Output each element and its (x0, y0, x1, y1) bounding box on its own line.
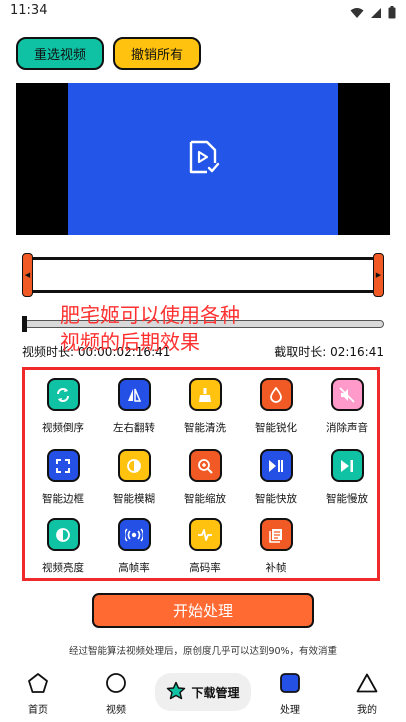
reselect-video-button[interactable]: 重选视频 (16, 37, 104, 70)
undo-all-button[interactable]: 撤销所有 (113, 37, 201, 70)
square-icon (279, 672, 301, 698)
tool-reverse[interactable]: 视频倒序 (28, 378, 98, 435)
tool-blur-label: 智能模糊 (113, 493, 155, 505)
tool-bitrate[interactable]: 高码率 (170, 518, 240, 575)
border-icon (46, 449, 80, 482)
wifi-icon (350, 4, 364, 23)
tool-interpolate[interactable]: 补帧 (241, 518, 311, 575)
flip-icon (117, 378, 151, 411)
tool-clean-label: 智能清洗 (184, 422, 226, 434)
tab-video[interactable]: 视频 (86, 672, 146, 716)
brightness-icon (46, 518, 80, 551)
tab-mine-label: 我的 (357, 705, 377, 716)
tab-video-label: 视频 (106, 705, 126, 716)
trim-end-handle[interactable]: ▶ (373, 253, 384, 297)
tools-panel: 视频倒序 左右翻转 智能清洗 智能锐化 消除声音 智能边框 智能模糊 智能缩放 … (22, 367, 380, 581)
tool-fast-play[interactable]: 智能快放 (241, 449, 311, 506)
tab-home-label: 首页 (28, 705, 48, 716)
bottom-tab-bar: 首页 视频 下载管理 处理 我的 (0, 668, 406, 722)
star-icon (166, 681, 186, 704)
tool-blur[interactable]: 智能模糊 (99, 449, 169, 506)
tool-clean[interactable]: 智能清洗 (170, 378, 240, 435)
video-preview[interactable] (16, 83, 390, 235)
tool-mute-label: 消除声音 (326, 422, 368, 434)
status-bar: 11:34 (0, 0, 406, 24)
tab-download-label: 下载管理 (191, 685, 240, 700)
tab-process[interactable]: 处理 (260, 672, 320, 716)
tool-fast-play-label: 智能快放 (255, 493, 297, 505)
overlay-line-1: 肥宅姬可以使用各种 (60, 303, 240, 327)
battery-icon (388, 4, 396, 23)
tool-border[interactable]: 智能边框 (28, 449, 98, 506)
clip-duration: 截取时长: 02:16:41 (274, 345, 384, 359)
tool-border-label: 智能边框 (42, 493, 84, 505)
tool-reverse-label: 视频倒序 (42, 422, 84, 434)
tool-mute[interactable]: 消除声音 (312, 378, 382, 435)
tool-brightness[interactable]: 视频亮度 (28, 518, 98, 575)
status-icons (350, 4, 396, 23)
start-processing-label: 开始处理 (172, 602, 233, 620)
tool-framerate[interactable]: 高帧率 (99, 518, 169, 575)
mute-icon (330, 378, 364, 411)
tool-flip[interactable]: 左右翻转 (99, 378, 169, 435)
tool-sharpen-label: 智能锐化 (255, 422, 297, 434)
tab-home[interactable]: 首页 (8, 672, 68, 716)
slow-play-icon (330, 449, 364, 482)
tool-sharpen[interactable]: 智能锐化 (241, 378, 311, 435)
bitrate-icon (188, 518, 222, 551)
tool-slow-play-label: 智能慢放 (326, 493, 368, 505)
trim-bar[interactable]: ◀ ▶ (22, 253, 384, 297)
reverse-icon (46, 378, 80, 411)
circle-icon (105, 672, 127, 698)
interpolate-icon (259, 518, 293, 551)
signal-icon (370, 4, 382, 23)
trim-start-handle[interactable]: ◀ (22, 253, 33, 297)
tool-slow-play[interactable]: 智能慢放 (312, 449, 382, 506)
tab-process-label: 处理 (280, 705, 300, 716)
reselect-video-label: 重选视频 (33, 48, 86, 63)
tool-interpolate-label: 补帧 (265, 562, 287, 574)
sharpen-icon (259, 378, 293, 411)
clean-icon (188, 378, 222, 411)
tool-bitrate-label: 高码率 (189, 562, 221, 574)
tab-download[interactable]: 下载管理 (155, 673, 251, 711)
blur-icon (117, 449, 151, 482)
processing-note: 经过智能算法视频处理后，原创度几乎可以达到90%，有效消重 (68, 646, 338, 657)
tool-brightness-label: 视频亮度 (42, 562, 84, 574)
video-file-icon (185, 139, 221, 179)
framerate-icon (117, 518, 151, 551)
pentagon-icon (27, 672, 49, 698)
triangle-icon (356, 672, 378, 698)
tool-zoom-label: 智能缩放 (184, 493, 226, 505)
undo-all-label: 撤销所有 (130, 48, 183, 63)
start-processing-button[interactable]: 开始处理 (92, 593, 314, 628)
playback-thumb[interactable] (22, 316, 27, 332)
tool-zoom[interactable]: 智能缩放 (170, 449, 240, 506)
trim-range (28, 257, 378, 293)
overlay-line-2: 视频的后期效果 (60, 330, 200, 354)
overlay-caption: 肥宅姬可以使用各种 视频的后期效果 (60, 302, 270, 356)
status-time: 11:34 (10, 3, 48, 18)
fast-play-icon (259, 449, 293, 482)
tab-mine[interactable]: 我的 (337, 672, 397, 716)
tool-flip-label: 左右翻转 (113, 422, 155, 434)
tool-framerate-label: 高帧率 (118, 562, 150, 574)
video-frame (68, 83, 338, 235)
zoom-icon (188, 449, 222, 482)
